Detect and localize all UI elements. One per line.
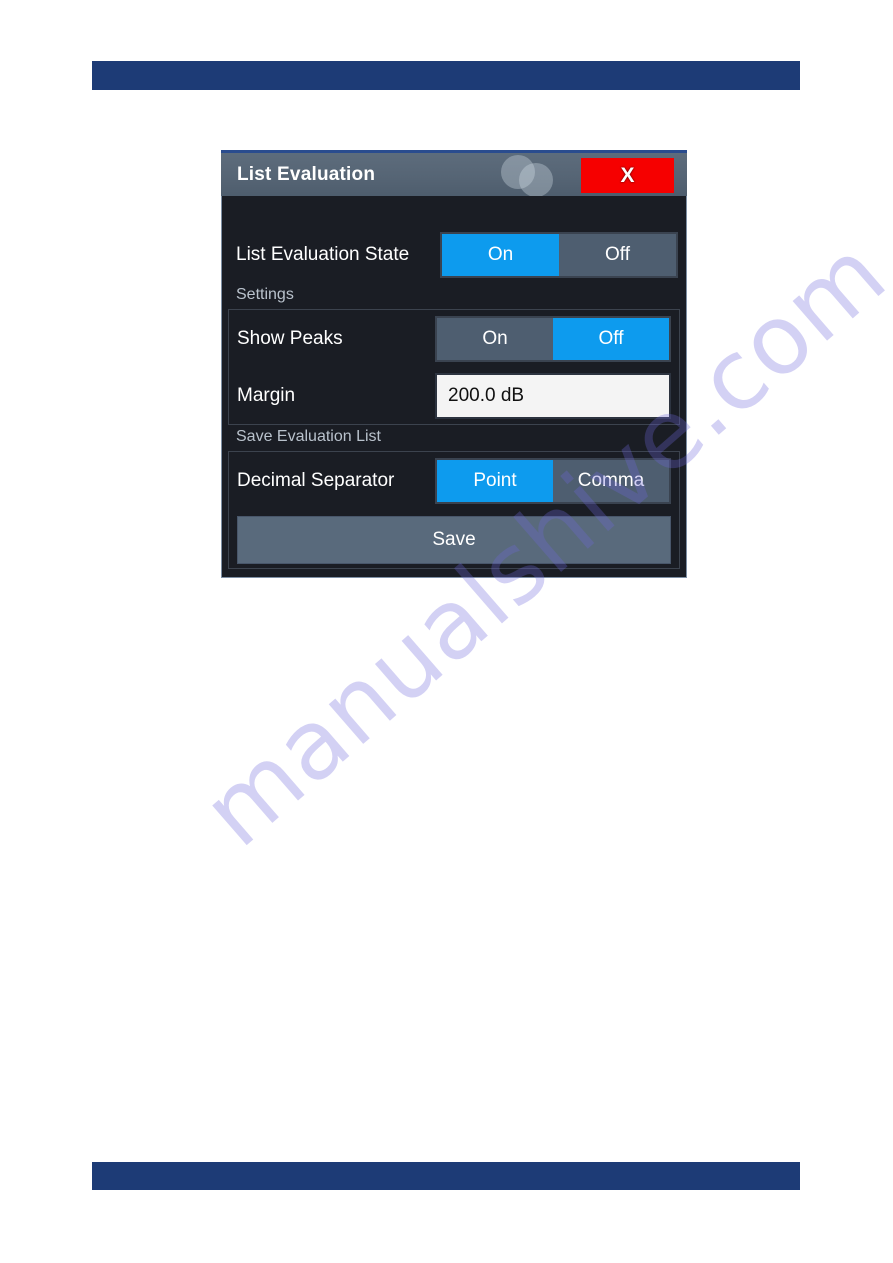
save-evaluation-list-group: Decimal Separator Point Comma Save — [228, 451, 680, 569]
dialog-title: List Evaluation — [237, 163, 376, 185]
dialog-titlebar: List Evaluation X — [221, 150, 687, 196]
row-margin: Margin 200.0 dB — [229, 367, 679, 424]
dialog-top-spacer — [222, 196, 686, 226]
show-peaks-label: Show Peaks — [237, 327, 343, 349]
margin-label: Margin — [237, 384, 296, 406]
show-peaks-toggle[interactable]: On Off — [435, 315, 671, 362]
decimal-separator-comma-option[interactable]: Comma — [553, 460, 669, 502]
row-show-peaks: Show Peaks On Off — [229, 310, 679, 367]
row-decimal-separator: Decimal Separator Point Comma — [229, 452, 679, 509]
close-button[interactable]: X — [581, 158, 674, 193]
decimal-separator-toggle[interactable]: Point Comma — [435, 457, 671, 504]
section-label-settings: Settings — [236, 286, 294, 303]
show-peaks-on-option[interactable]: On — [437, 318, 553, 360]
show-peaks-off-option[interactable]: Off — [553, 317, 669, 360]
list-evaluation-state-label: List Evaluation State — [236, 243, 410, 265]
decimal-separator-point-option[interactable]: Point — [437, 459, 553, 502]
margin-input[interactable]: 200.0 dB — [435, 372, 671, 419]
page-footer-bar — [92, 1162, 800, 1190]
dialog-body: List Evaluation State On Off Settings Sh… — [221, 196, 687, 578]
decimal-separator-label: Decimal Separator — [237, 469, 395, 491]
settings-group: Show Peaks On Off Margin 200.0 dB — [228, 309, 680, 425]
overlapping-circles-icon — [499, 153, 565, 196]
save-button[interactable]: Save — [237, 516, 671, 564]
list-evaluation-state-off-option[interactable]: Off — [559, 234, 676, 276]
list-evaluation-dialog: List Evaluation X List Evaluation State … — [221, 150, 687, 578]
page-header-bar — [92, 61, 800, 90]
list-evaluation-state-on-option[interactable]: On — [442, 233, 559, 276]
section-label-save-evaluation-list: Save Evaluation List — [236, 428, 381, 445]
list-evaluation-state-toggle[interactable]: On Off — [440, 231, 678, 278]
close-icon: X — [620, 164, 635, 187]
row-list-evaluation-state: List Evaluation State On Off — [222, 226, 686, 283]
